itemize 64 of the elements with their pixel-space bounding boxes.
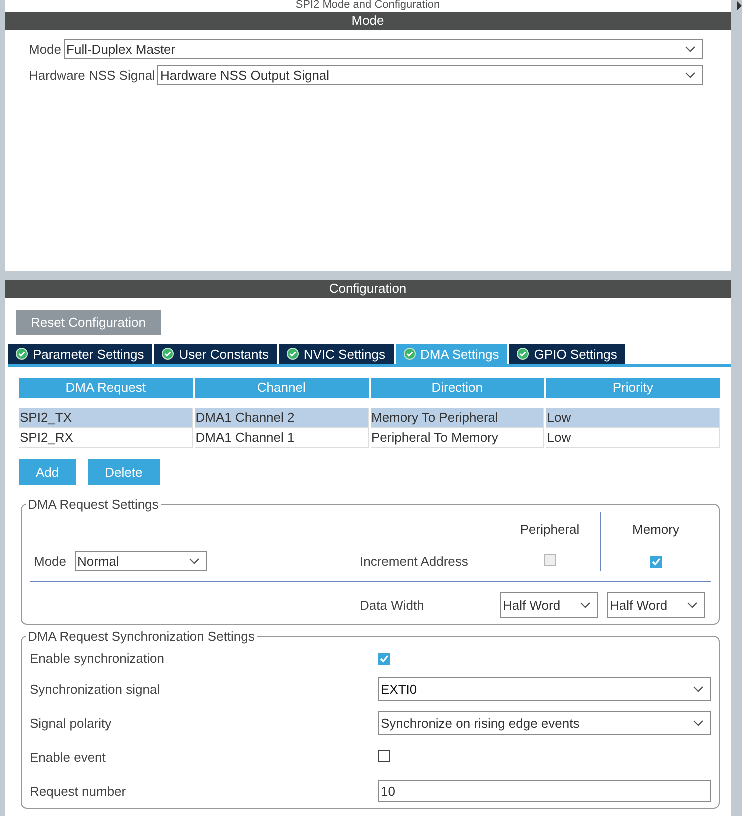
dropdown-value: Synchronize on rising edge events — [381, 716, 580, 730]
table-cell[interactable]: Low — [546, 428, 720, 448]
field-label: Mode — [29, 42, 62, 56]
tab[interactable]: Parameter Settings — [8, 344, 152, 364]
check-circle-icon — [16, 348, 28, 360]
field-label: Signal polarity — [30, 716, 113, 730]
tab[interactable]: NVIC Settings — [278, 344, 394, 364]
chevron-down-icon — [687, 602, 698, 608]
check-circle-icon — [286, 348, 299, 360]
panel-title: SPI2 Mode and Configuration — [5, 0, 731, 12]
checkbox[interactable] — [378, 750, 390, 762]
column-header: DMA Request — [19, 378, 193, 398]
chevron-down-icon — [188, 558, 200, 564]
field-label: Hardware NSS Signal — [29, 68, 156, 82]
column-header: Channel — [194, 378, 368, 398]
column-header: Priority — [546, 378, 720, 398]
field-label: Increment Address — [360, 554, 470, 568]
group-title: DMA Request Synchronization Settings — [27, 629, 256, 644]
chevron-down-icon — [685, 46, 696, 52]
dropdown-value: Hardware NSS Output Signal — [160, 68, 330, 82]
chevron-down-icon — [685, 72, 696, 78]
table-cell[interactable]: SPI2_TX — [19, 408, 193, 428]
dropdown-value: Half Word — [610, 598, 668, 612]
chevron-down-icon — [580, 602, 591, 608]
table-cell[interactable]: Memory To Peripheral — [370, 408, 544, 428]
table-cell[interactable]: Low — [546, 408, 720, 428]
section-header: Mode — [5, 12, 731, 30]
dropdown-value: Normal — [78, 554, 120, 568]
input-field[interactable]: 10 — [378, 780, 711, 802]
tab[interactable]: User Constants — [154, 344, 277, 364]
section-header: Configuration — [5, 280, 731, 298]
table-cell[interactable]: DMA1 Channel 1 — [194, 428, 368, 448]
column-label: Memory — [632, 522, 680, 537]
column-header: Direction — [370, 378, 544, 398]
check-circle-icon — [404, 348, 416, 360]
triangle-right-icon[interactable] — [737, 1, 742, 11]
dropdown[interactable]: Hardware NSS Output Signal — [157, 65, 703, 85]
group-title: DMA Request Settings — [27, 497, 160, 512]
field-label: Synchronization signal — [30, 682, 162, 696]
chevron-down-icon — [693, 720, 704, 726]
dropdown[interactable]: Half Word — [607, 592, 705, 618]
field-label: Enable synchronization — [30, 650, 166, 666]
dropdown[interactable]: Half Word — [500, 592, 598, 618]
dropdown-value: Half Word — [503, 598, 561, 612]
dropdown[interactable]: EXTI0 — [378, 677, 711, 701]
checkbox[interactable] — [650, 556, 662, 568]
field-label: Request number — [30, 784, 128, 798]
column-label: Peripheral — [520, 522, 580, 537]
field-label: Enable event — [30, 750, 107, 764]
dropdown[interactable]: Full-Duplex Master — [64, 39, 703, 59]
field-label: Mode — [34, 554, 67, 568]
table-cell[interactable]: SPI2_RX — [19, 428, 193, 448]
chevron-down-icon — [693, 686, 704, 692]
table-cell[interactable]: Peripheral To Memory — [370, 428, 544, 448]
table-cell[interactable]: DMA1 Channel 2 — [194, 408, 368, 428]
dropdown[interactable]: Synchronize on rising edge events — [378, 711, 711, 735]
check-circle-icon — [517, 348, 530, 360]
dropdown-value: Full-Duplex Master — [66, 42, 176, 56]
checkbox[interactable] — [378, 652, 390, 664]
check-circle-icon — [162, 348, 174, 360]
dropdown-value: EXTI0 — [381, 682, 418, 696]
field-label: Data Width — [360, 598, 426, 612]
tab[interactable]: GPIO Settings — [509, 344, 626, 364]
dropdown[interactable]: Normal — [74, 551, 207, 571]
